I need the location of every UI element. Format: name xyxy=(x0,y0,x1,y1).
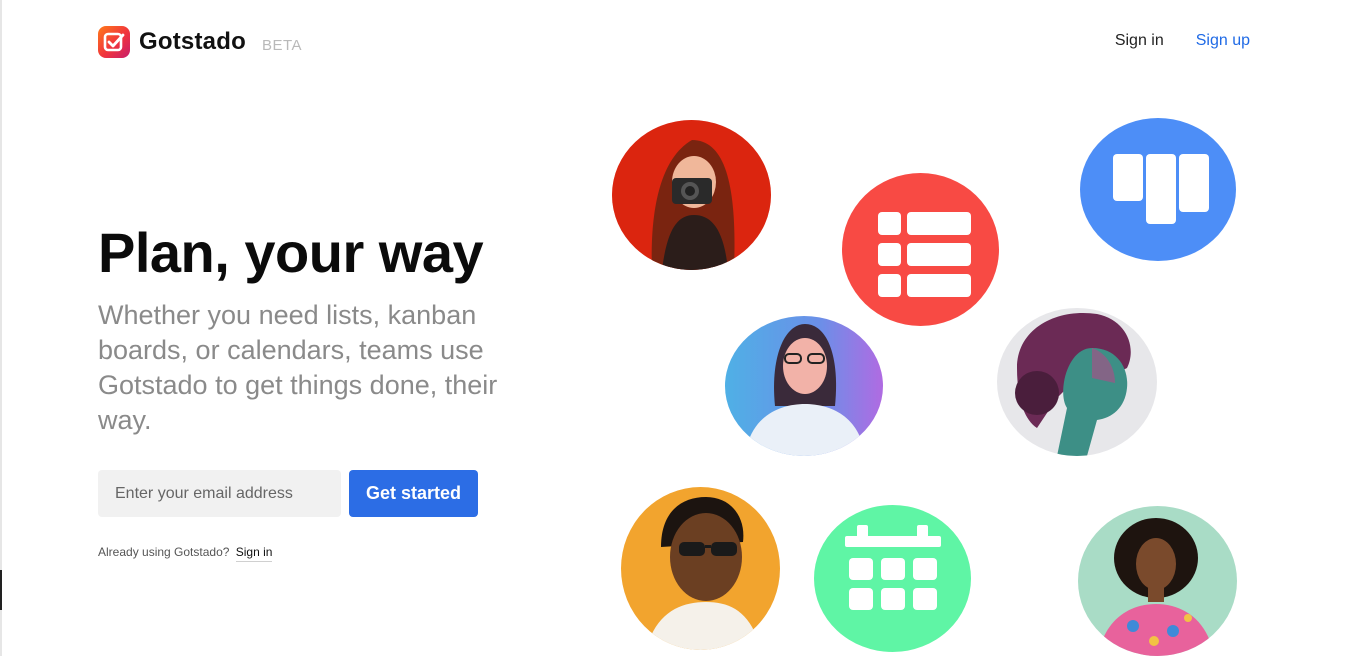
hero-subtitle: Whether you need lists, kanban boards, o… xyxy=(98,300,498,435)
kanban-icon xyxy=(1080,118,1236,261)
signup-form: Get started xyxy=(98,470,478,517)
top-nav: Sign in Sign up xyxy=(1115,32,1250,50)
hero-title: Plan, your way xyxy=(98,221,484,284)
sign-in-link[interactable]: Sign in xyxy=(1115,32,1164,50)
sign-up-link[interactable]: Sign up xyxy=(1196,32,1250,50)
already-using-text: Already using Gotstado? xyxy=(98,545,230,559)
window-edge xyxy=(0,0,2,656)
list-icon xyxy=(842,173,999,326)
kanban-view-circle xyxy=(1080,118,1236,261)
window-edge-marker xyxy=(0,570,2,610)
photo-woman-curly-hair xyxy=(1078,506,1237,656)
get-started-button[interactable]: Get started xyxy=(349,470,478,517)
brand-name: Gotstado xyxy=(139,28,246,55)
photo-woman-camera xyxy=(612,120,771,270)
calendar-view-circle xyxy=(814,505,971,652)
site-header: Gotstado BETA Sign in Sign up xyxy=(98,24,1250,64)
beta-badge: BETA xyxy=(261,36,303,54)
already-using-note: Already using Gotstado? Sign in xyxy=(98,545,273,562)
photo-man-sunglasses xyxy=(621,487,780,650)
email-input[interactable] xyxy=(98,470,341,517)
photo-woman-glasses xyxy=(725,316,883,456)
photo-woman-profile xyxy=(997,308,1157,456)
list-view-circle xyxy=(842,173,999,326)
logo[interactable]: Gotstado BETA xyxy=(98,26,302,58)
calendar-icon xyxy=(814,505,971,652)
logo-checkbox-icon xyxy=(98,26,130,58)
sign-in-inline-link[interactable]: Sign in xyxy=(235,545,273,562)
